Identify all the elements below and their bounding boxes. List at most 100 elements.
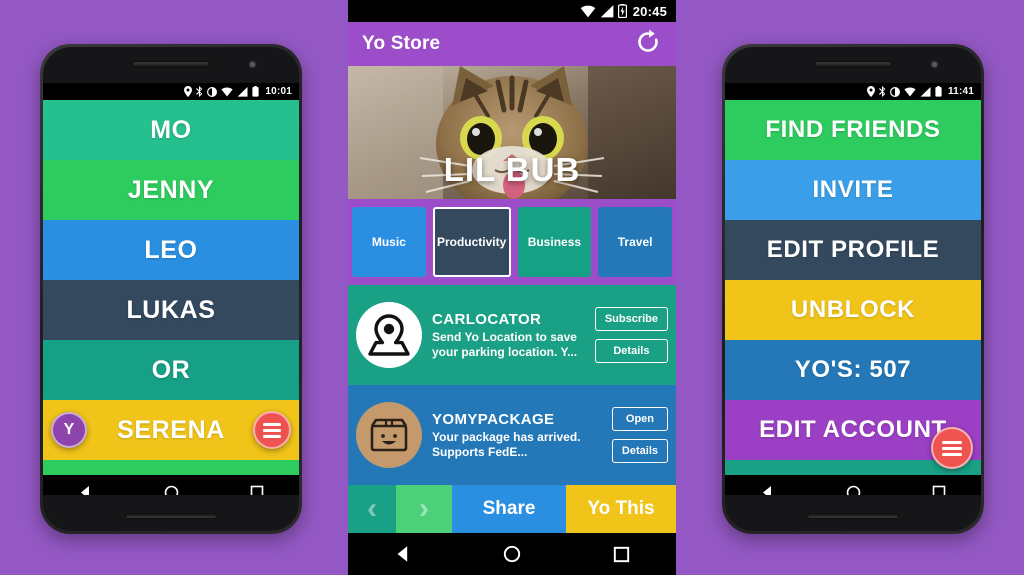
menu-item-label: EDIT PROFILE: [766, 236, 940, 263]
recents-square-icon[interactable]: [613, 546, 630, 563]
android-phone-center: 20:45 Yo Store LIL BUB Music Productivit…: [348, 0, 676, 575]
back-triangle-icon[interactable]: [78, 485, 93, 495]
store-item-actions: Subscribe Details: [594, 307, 668, 363]
android-phone-right: 11:41 FIND FRIENDS INVITE EDIT PROFILE U…: [722, 44, 984, 534]
hero-banner[interactable]: LIL BUB: [348, 66, 676, 199]
android-nav-bar-center: [348, 533, 676, 575]
previous-button[interactable]: ‹: [348, 485, 396, 533]
back-triangle-icon[interactable]: [760, 485, 775, 495]
tab-music[interactable]: Music: [352, 207, 426, 277]
share-button-label: Share: [482, 498, 536, 519]
earpiece-speaker-icon: [814, 61, 892, 68]
front-camera-icon: [250, 62, 255, 67]
battery-icon: [252, 86, 260, 97]
status-time-left: 10:01: [265, 86, 292, 97]
battery-icon: [935, 86, 942, 97]
location-pin-icon: [866, 86, 875, 97]
yo-badge-button[interactable]: Y: [51, 412, 87, 448]
recents-square-icon[interactable]: [250, 485, 264, 495]
list-item[interactable]: MO: [43, 100, 299, 160]
yo-contact-list-left: MO JENNY LEO LUKAS OR Y SERENA: [43, 100, 299, 475]
home-circle-icon[interactable]: [503, 545, 521, 563]
home-circle-icon[interactable]: [164, 485, 179, 495]
wifi-icon: [221, 86, 234, 97]
tab-label: Travel: [617, 235, 653, 249]
store-item-actions: Open Details: [611, 407, 668, 463]
app-bar-center: Yo Store: [348, 22, 676, 66]
recents-square-icon[interactable]: [932, 485, 946, 495]
next-button[interactable]: ›: [396, 485, 452, 533]
hero-title: LIL BUB: [443, 151, 581, 188]
wifi-icon: [904, 86, 916, 97]
chevron-right-icon: ›: [419, 492, 429, 525]
screen-right: 11:41 FIND FRIENDS INVITE EDIT PROFILE U…: [725, 83, 981, 495]
cell-signal-icon: [600, 4, 614, 18]
hamburger-menu-icon[interactable]: [253, 411, 291, 449]
menu-item-label: YO'S: 507: [794, 356, 912, 383]
subscribe-button[interactable]: Subscribe: [594, 307, 668, 331]
list-item[interactable]: OR: [43, 340, 299, 400]
yo-this-button[interactable]: Yo This: [566, 485, 676, 533]
store-list-item[interactable]: CARLOCATOR Send Yo Location to save your…: [348, 285, 676, 385]
location-pin-icon: [184, 86, 193, 97]
refresh-icon[interactable]: [634, 28, 662, 61]
menu-item-label: INVITE: [812, 176, 894, 203]
screenshot-stage: 10:01 MO JENNY LEO LUKAS OR Y SERENA 20:…: [0, 0, 1024, 575]
menu-item-label: UNBLOCK: [790, 296, 916, 323]
open-button[interactable]: Open: [611, 407, 668, 431]
store-list-item[interactable]: YOMYPACKAGE Your package has arrived. Su…: [348, 385, 676, 485]
status-bar-center: 20:45: [348, 0, 676, 22]
cell-signal-icon: [920, 86, 931, 97]
tab-label: Music: [371, 235, 406, 249]
tab-business[interactable]: Business: [517, 207, 592, 277]
menu-item-yos-count[interactable]: YO'S: 507: [725, 340, 981, 400]
home-circle-icon[interactable]: [846, 485, 861, 495]
tab-label: Business: [527, 235, 582, 249]
store-item-description: Send Yo Location to save your parking lo…: [432, 329, 578, 359]
share-button[interactable]: Share: [452, 485, 566, 533]
phone-body-left: 10:01 MO JENNY LEO LUKAS OR Y SERENA: [43, 47, 299, 531]
menu-item-label: EDIT ACCOUNT: [759, 416, 947, 443]
do-not-disturb-icon: [889, 86, 900, 97]
yo-badge-label: Y: [63, 421, 75, 438]
android-nav-bar-right: [725, 475, 981, 495]
tab-travel[interactable]: Travel: [598, 207, 672, 277]
bluetooth-icon: [196, 86, 203, 97]
list-item-label: MO: [150, 115, 192, 144]
android-nav-bar-left: [43, 475, 299, 495]
menu-item-edit-profile[interactable]: EDIT PROFILE: [725, 220, 981, 280]
details-button[interactable]: Details: [611, 439, 668, 463]
menu-item-label: FIND FRIENDS: [765, 116, 941, 143]
bottom-speaker-icon: [807, 513, 899, 519]
store-item-name: CARLOCATOR: [432, 310, 542, 328]
list-item[interactable]: LEO: [43, 220, 299, 280]
store-item-name: YOMYPACKAGE: [432, 410, 555, 428]
hamburger-menu-icon[interactable]: [931, 427, 973, 469]
list-item[interactable]: JENNY: [43, 160, 299, 220]
menu-item-unblock[interactable]: UNBLOCK: [725, 280, 981, 340]
avatar: [356, 302, 422, 368]
menu-item-find-friends[interactable]: FIND FRIENDS: [725, 100, 981, 160]
list-item-label: SERENA: [117, 415, 225, 444]
store-item-text: CARLOCATOR Send Yo Location to save your…: [432, 311, 585, 360]
back-triangle-icon[interactable]: [394, 545, 412, 563]
status-bar-right: 11:41: [725, 83, 981, 100]
menu-item-invite[interactable]: INVITE: [725, 160, 981, 220]
earpiece-speaker-icon: [132, 61, 210, 68]
details-button[interactable]: Details: [594, 339, 668, 363]
android-phone-left: 10:01 MO JENNY LEO LUKAS OR Y SERENA: [40, 44, 302, 534]
list-item-label: JENNY: [127, 175, 215, 204]
list-item[interactable]: Y SERENA: [43, 400, 299, 460]
screen-left: 10:01 MO JENNY LEO LUKAS OR Y SERENA: [43, 83, 299, 495]
hamburger-lines: [942, 440, 962, 456]
list-item-label: OR: [151, 355, 191, 384]
status-bar-left: 10:01: [43, 83, 299, 100]
location-pin-icon: [368, 314, 410, 356]
phone-body-right: 11:41 FIND FRIENDS INVITE EDIT PROFILE U…: [725, 47, 981, 531]
page-title: Yo Store: [362, 33, 441, 54]
list-item-label: LEO: [144, 235, 198, 264]
store-item-text: YOMYPACKAGE Your package has arrived. Su…: [432, 411, 602, 460]
list-item[interactable]: LUKAS: [43, 280, 299, 340]
front-camera-icon: [932, 62, 937, 67]
tab-productivity[interactable]: Productivity: [432, 207, 511, 277]
